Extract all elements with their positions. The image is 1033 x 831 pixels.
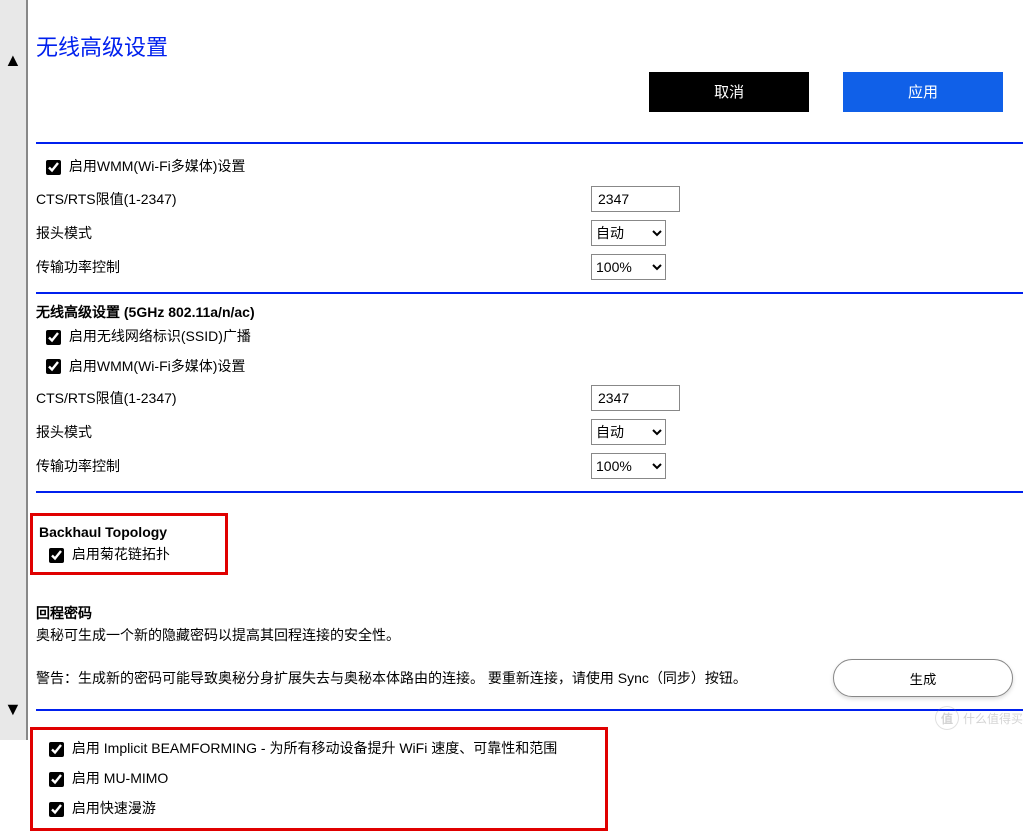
scroll-bar[interactable]: ▲ ▼ [0,0,28,740]
power-5g-select[interactable]: 100% [591,453,666,479]
wmm-24-checkbox[interactable] [46,160,61,175]
enable-wmm-24g[interactable]: 启用WMM(Wi-Fi多媒体)设置 [42,158,245,174]
generate-button[interactable]: 生成 [833,659,1013,697]
preamble-24-label: 报头模式 [36,223,591,243]
divider [36,142,1023,144]
roam-checkbox[interactable] [49,802,64,817]
backhaul-section-highlight: Backhaul Topology 启用菊花链拓扑 [30,513,228,575]
wmm-5g-checkbox[interactable] [46,359,61,374]
scroll-down-arrow[interactable]: ▼ [4,699,22,720]
power-24-select[interactable]: 100% [591,254,666,280]
ssid-5g-label: 启用无线网络标识(SSID)广播 [69,328,251,344]
divider [36,491,1023,493]
watermark-icon: 值 [935,706,959,730]
bf-checkbox[interactable] [49,742,64,757]
enable-wmm-5g[interactable]: 启用WMM(Wi-Fi多媒体)设置 [42,358,245,374]
wmm-5g-label: 启用WMM(Wi-Fi多媒体)设置 [69,358,246,374]
features-section-highlight: 启用 Implicit BEAMFORMING - 为所有移动设备提升 WiFi… [30,727,608,830]
daisy-checkbox[interactable] [49,548,64,563]
preamble-5g-select[interactable]: 自动 [591,419,666,445]
power-5g-label: 传输功率控制 [36,456,591,476]
cts-24-input[interactable] [591,186,680,212]
mu-checkbox[interactable] [49,772,64,787]
power-24-label: 传输功率控制 [36,257,591,277]
enable-beamforming[interactable]: 启用 Implicit BEAMFORMING - 为所有移动设备提升 WiFi… [45,740,557,756]
apply-button[interactable]: 应用 [843,72,1003,112]
return-pw-heading: 回程密码 [36,603,1023,623]
enable-fast-roaming[interactable]: 启用快速漫游 [45,800,156,816]
enable-daisy-chain[interactable]: 启用菊花链拓扑 [45,546,170,562]
cancel-button[interactable]: 取消 [649,72,809,112]
preamble-24-select[interactable]: 自动 [591,220,666,246]
return-pw-warning: 警告：生成新的密码可能导致奥秘分身扩展失去与奥秘本体路由的连接。 要重新连接，请… [36,668,793,688]
return-pw-desc: 奥秘可生成一个新的隐藏密码以提高其回程连接的安全性。 [36,625,1023,645]
cts-5g-label: CTS/RTS限值(1-2347) [36,388,591,408]
cts-24-label: CTS/RTS限值(1-2347) [36,189,591,209]
daisy-label: 启用菊花链拓扑 [72,546,170,562]
enable-ssid-5g[interactable]: 启用无线网络标识(SSID)广播 [42,328,251,344]
divider [36,709,1023,711]
action-buttons: 取消 应用 [36,72,1023,112]
enable-mu-mimo[interactable]: 启用 MU-MIMO [45,770,168,786]
cts-5g-input[interactable] [591,385,680,411]
wmm-24-label: 启用WMM(Wi-Fi多媒体)设置 [69,158,246,174]
watermark-text: 什么值得买 [963,710,1023,727]
mu-label: 启用 MU-MIMO [72,770,168,786]
scroll-up-arrow[interactable]: ▲ [4,50,22,71]
bf-label: 启用 Implicit BEAMFORMING - 为所有移动设备提升 WiFi… [72,740,557,756]
divider [36,292,1023,294]
roam-label: 启用快速漫游 [72,800,156,816]
watermark: 值 什么值得买 [935,706,1023,730]
ssid-5g-checkbox[interactable] [46,330,61,345]
preamble-5g-label: 报头模式 [36,422,591,442]
section-5ghz-heading: 无线高级设置 (5GHz 802.11a/n/ac) [36,302,1023,322]
page-title: 无线高级设置 [36,30,1023,62]
backhaul-heading: Backhaul Topology [39,524,219,540]
